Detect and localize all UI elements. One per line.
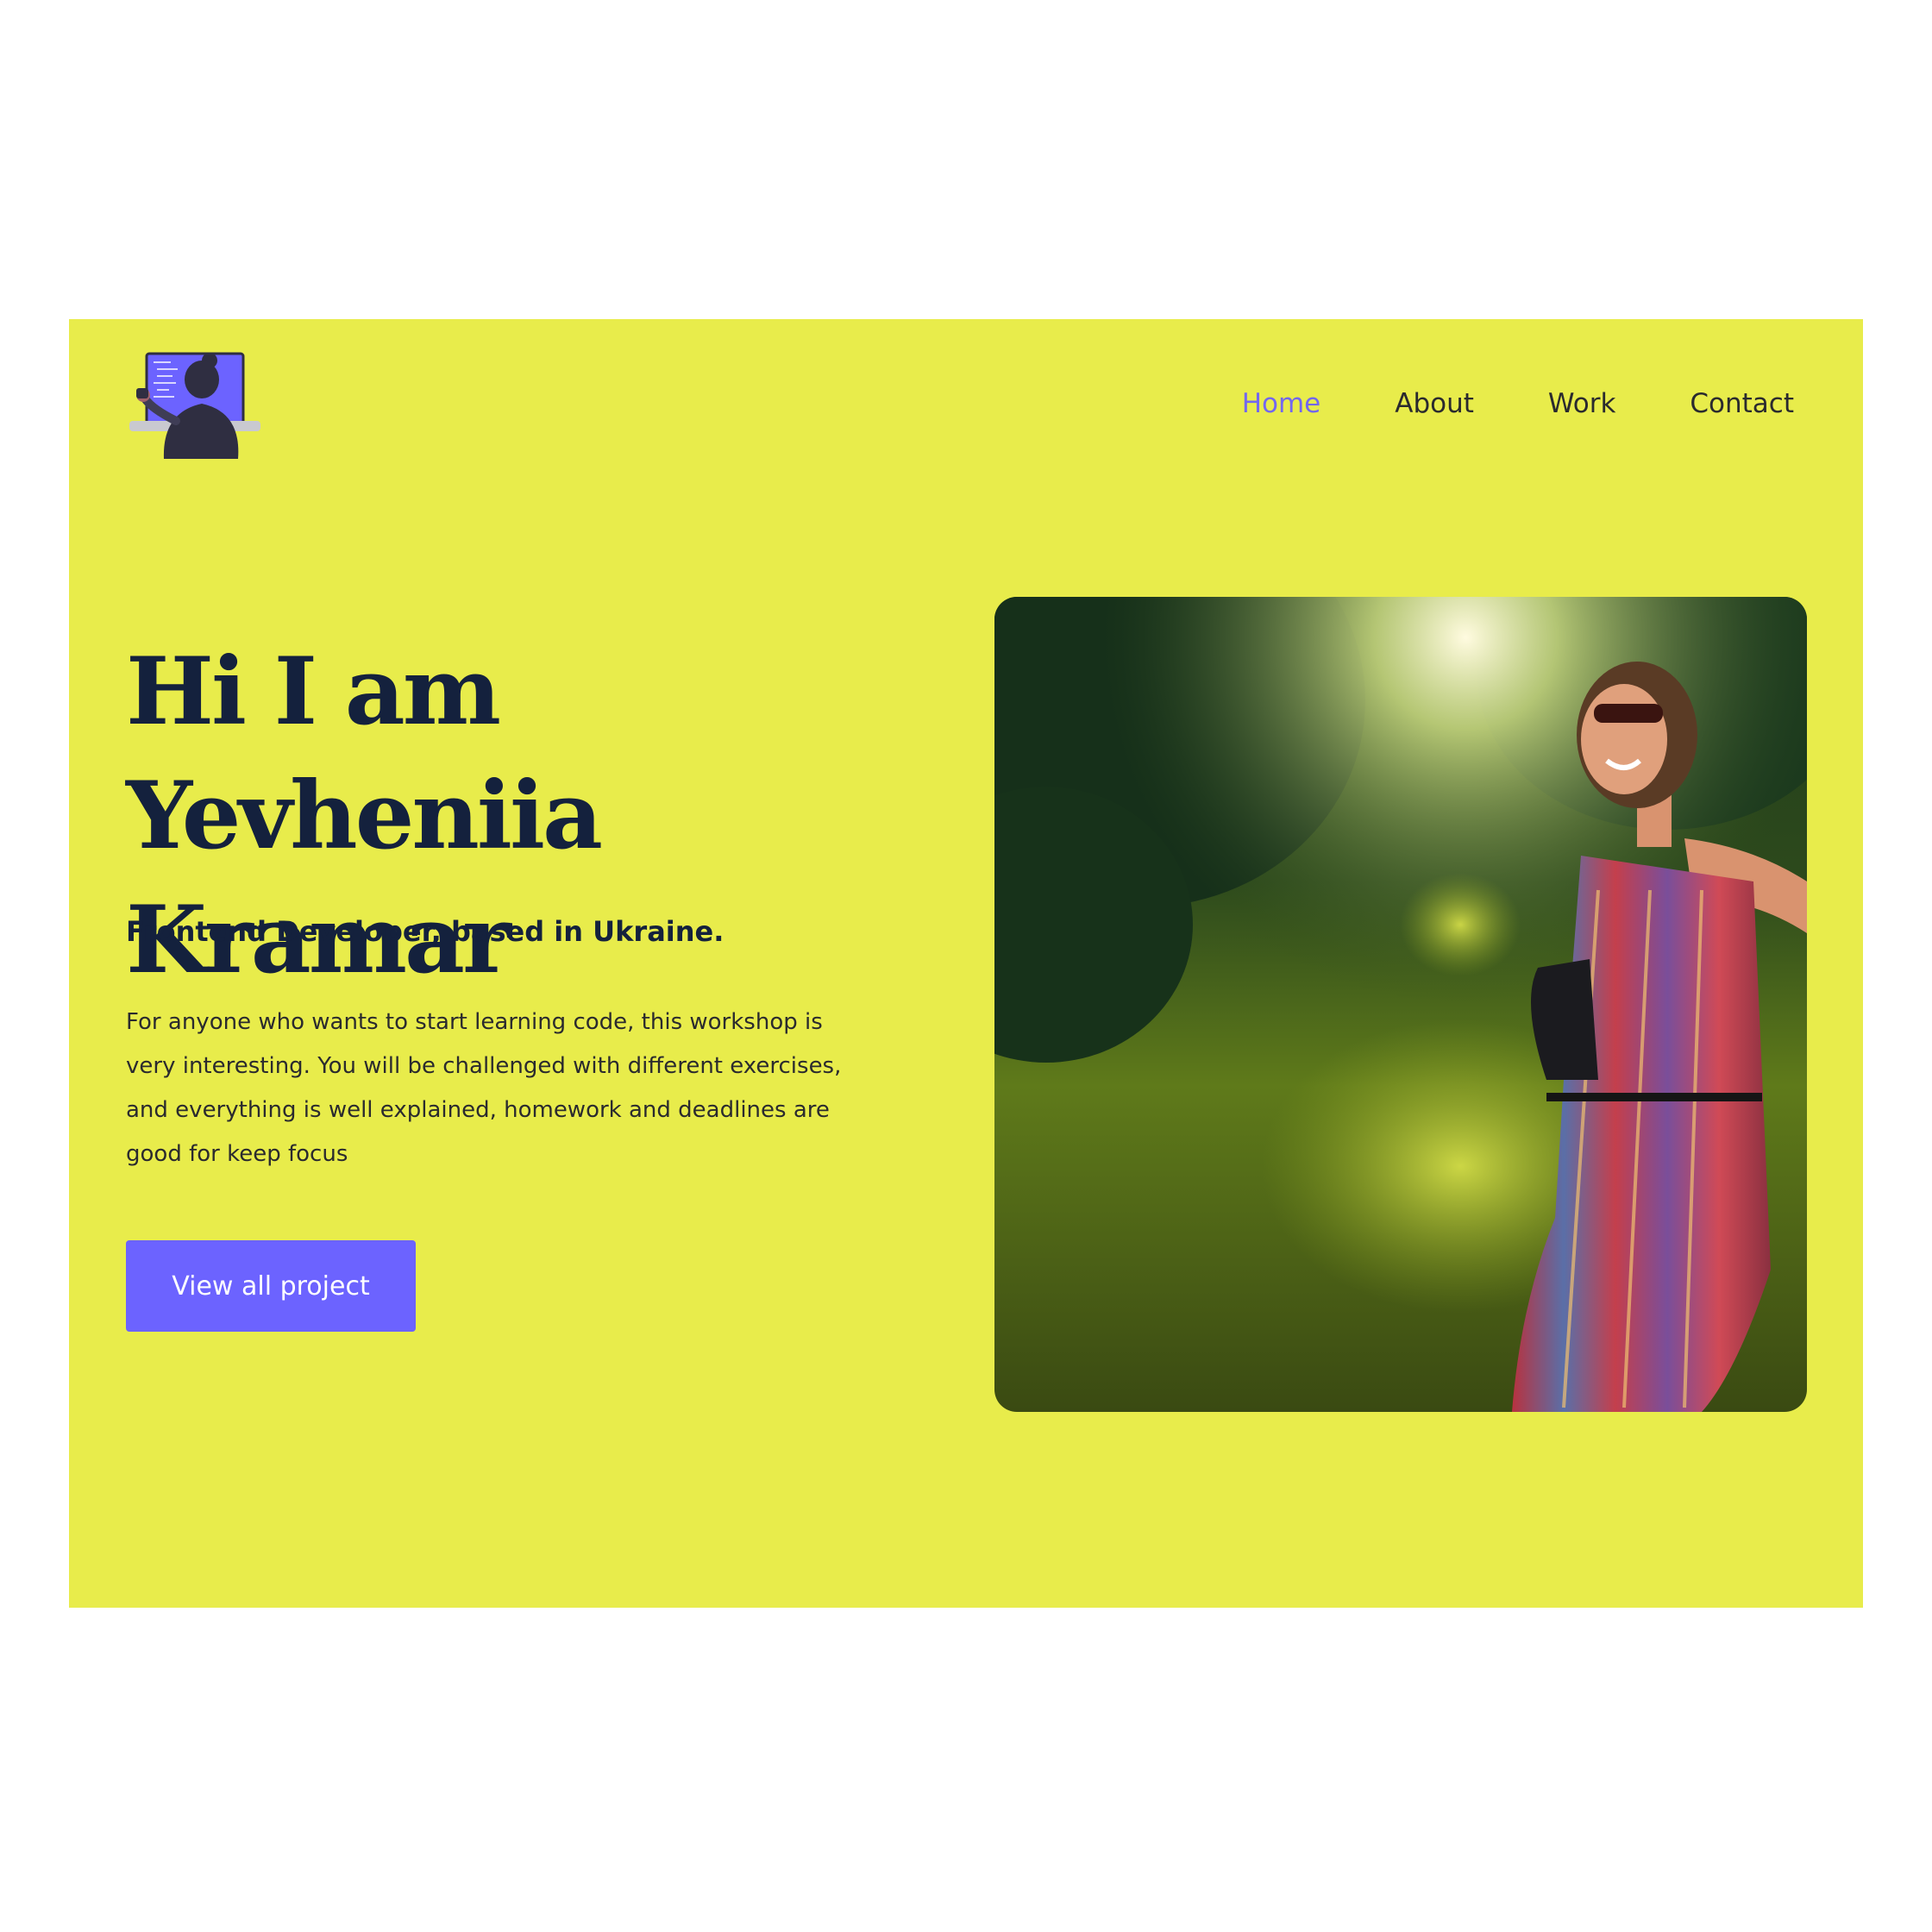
nav-item-about[interactable]: About (1395, 386, 1474, 421)
hero-section: Home About Work Contact Hi I am Yevhenii… (69, 319, 1863, 1608)
nav-item-contact[interactable]: Contact (1690, 386, 1794, 421)
profile-photo (994, 597, 1807, 1412)
nav-item-work[interactable]: Work (1548, 386, 1616, 421)
hero-subtitle: Frontend Developer, based in Ukraine. (126, 915, 724, 948)
view-all-projects-button[interactable]: View all project (126, 1240, 416, 1332)
developer-at-laptop-icon[interactable] (126, 348, 264, 461)
main-nav: Home About Work Contact (1168, 386, 1794, 421)
nav-item-home[interactable]: Home (1242, 386, 1321, 421)
hero-description: For anyone who wants to start learning c… (126, 1009, 842, 1167)
